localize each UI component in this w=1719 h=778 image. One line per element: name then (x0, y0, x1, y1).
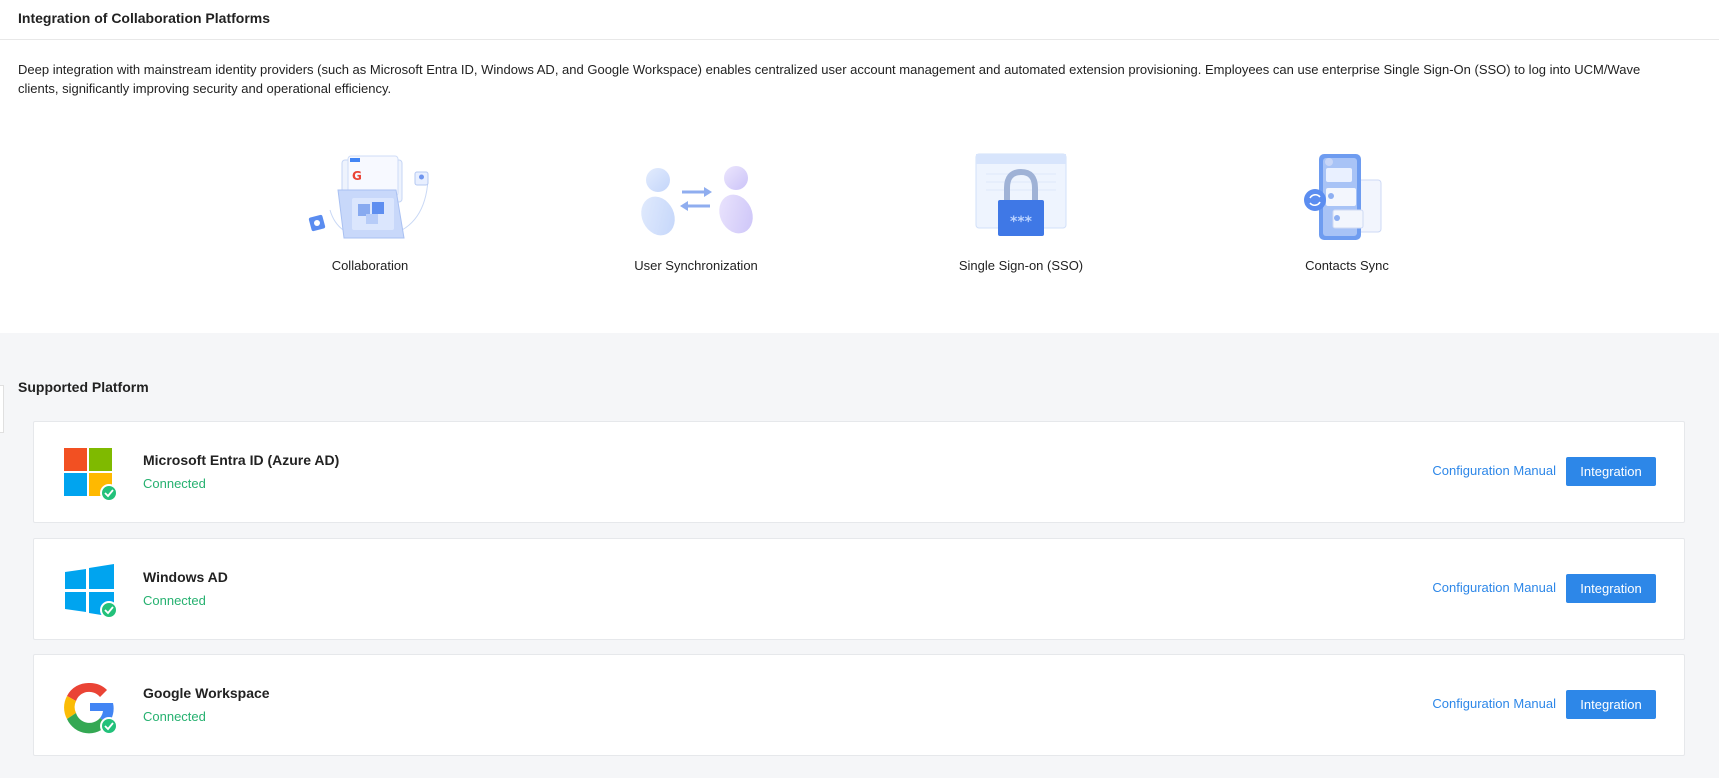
feature-sso: *** Single Sign-on (SSO) (921, 150, 1121, 273)
configuration-manual-link[interactable]: Configuration Manual (1432, 463, 1556, 478)
configuration-manual-link[interactable]: Configuration Manual (1432, 696, 1556, 711)
integration-button[interactable]: Integration (1566, 690, 1656, 719)
feature-label: Single Sign-on (SSO) (958, 258, 1084, 273)
contacts-sync-illustration-icon (1304, 154, 1382, 240)
platform-name: Google Workspace (143, 685, 270, 701)
intro-description: Deep integration with mainstream identit… (18, 62, 1641, 96)
google-logo-icon (64, 682, 118, 735)
platform-card-google: Google Workspace Connected Configuration… (33, 654, 1685, 756)
sso-lock-illustration-icon: *** (975, 153, 1067, 236)
microsoft-logo-icon (64, 448, 118, 502)
status-badge: Connected (143, 593, 206, 608)
configuration-manual-link[interactable]: Configuration Manual (1432, 580, 1556, 595)
user-sync-illustration-icon (641, 166, 753, 236)
collaboration-illustration-icon: G (308, 155, 429, 239)
windows-logo-icon (65, 564, 118, 619)
check-badge-icon (100, 601, 118, 619)
integration-button[interactable]: Integration (1566, 457, 1656, 486)
feature-label: Contacts Sync (1305, 258, 1389, 273)
platform-card-windows: Windows AD Connected Configuration Manua… (33, 538, 1685, 640)
platform-card-microsoft: Microsoft Entra ID (Azure AD) Connected … (33, 421, 1685, 523)
section-title: Supported Platform (18, 379, 149, 395)
feature-list: G Collaboration User Synchronization ***… (0, 150, 1719, 280)
integration-button[interactable]: Integration (1566, 574, 1656, 603)
feature-user-sync: User Synchronization (596, 150, 796, 273)
status-badge: Connected (143, 476, 206, 491)
side-collapse-handle[interactable] (0, 385, 4, 433)
svg-text:***: *** (1010, 214, 1033, 230)
feature-label: User Synchronization (634, 258, 758, 273)
feature-label: Collaboration (331, 258, 409, 273)
platform-name: Windows AD (143, 569, 228, 585)
feature-collaboration: G Collaboration (270, 150, 470, 273)
check-badge-icon (100, 717, 118, 735)
platform-name: Microsoft Entra ID (Azure AD) (143, 452, 340, 468)
check-badge-icon (100, 484, 118, 502)
svg-text:G: G (352, 169, 362, 183)
feature-contacts-sync: Contacts Sync (1247, 150, 1447, 273)
status-badge: Connected (143, 709, 206, 724)
intro-section: Integration of Collaboration Platforms D… (0, 0, 1719, 333)
page-title: Integration of Collaboration Platforms (0, 0, 1719, 40)
